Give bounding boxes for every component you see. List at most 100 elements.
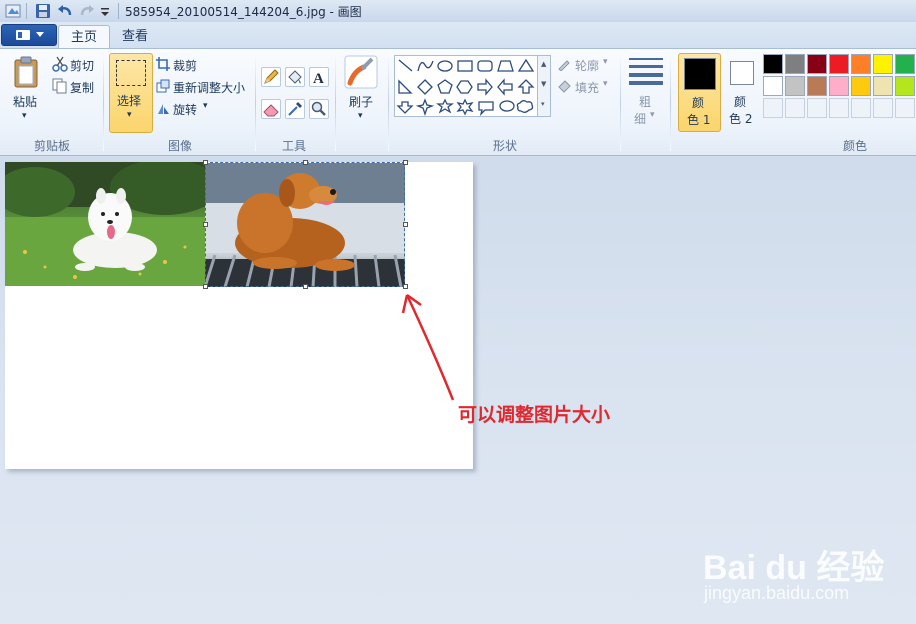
divider [118, 3, 119, 19]
color2-swatch [730, 61, 754, 85]
colors-group-label: 颜色 [842, 139, 867, 153]
window-title: 585954_20100514_144204_6.jpg - 画图 [125, 5, 362, 19]
select-button[interactable]: 选择 ▾ [109, 53, 153, 133]
selection-icon [116, 60, 146, 86]
resize-button[interactable]: 重新调整大小 [173, 79, 245, 96]
palette-swatch[interactable] [763, 76, 783, 96]
scroll-up-icon[interactable]: ▲ [541, 60, 546, 68]
scroll-down-icon[interactable]: ▼ [541, 80, 546, 88]
save-icon[interactable] [34, 2, 52, 20]
palette-swatch[interactable] [763, 54, 783, 74]
palette-swatch[interactable] [895, 76, 915, 96]
paint-menu-button[interactable] [1, 24, 57, 46]
white-dog-image [5, 162, 205, 286]
paint-app-icon[interactable] [4, 2, 22, 20]
palette-swatch[interactable] [873, 54, 893, 74]
redo-icon[interactable] [78, 2, 96, 20]
undo-icon[interactable] [56, 2, 74, 20]
palette-swatch[interactable] [829, 76, 849, 96]
paste-button[interactable] [12, 55, 42, 92]
size-label-2[interactable]: 细 [634, 110, 646, 127]
shapes-scrollbar[interactable]: ▲ ▼ ▾ [537, 55, 551, 117]
palette-swatch[interactable] [873, 76, 893, 96]
image-group-label: 图像 [167, 139, 192, 153]
palette-swatch[interactable] [807, 76, 827, 96]
custom-color-slot[interactable] [829, 98, 849, 118]
copy-button[interactable]: 复制 [70, 79, 94, 96]
custom-color-slot[interactable] [807, 98, 827, 118]
brush-icon[interactable] [344, 55, 378, 92]
chevron-down-icon[interactable]: ▾ [203, 101, 208, 111]
resize-handle-right[interactable] [403, 222, 408, 227]
resize-handle-bottom-left[interactable] [203, 284, 208, 289]
color1-swatch [684, 58, 716, 90]
palette-swatch[interactable] [851, 54, 871, 74]
custom-color-slot[interactable] [763, 98, 783, 118]
chevron-down-icon[interactable]: ▾ [650, 110, 655, 120]
shapes-icons[interactable] [395, 56, 549, 117]
resize-handle-top[interactable] [303, 160, 308, 165]
crop-button[interactable]: 裁剪 [173, 57, 197, 74]
palette-swatch[interactable] [895, 54, 915, 74]
outline-button[interactable]: 轮廓 [575, 57, 599, 74]
chevron-down-icon[interactable]: ▾ [22, 111, 27, 121]
divider [255, 55, 256, 151]
palette-swatch[interactable] [851, 76, 871, 96]
color2-button[interactable]: 颜 色 2 [722, 53, 760, 130]
resize-icon[interactable] [156, 79, 170, 96]
watermark-url: jingyan.baidu.com [704, 583, 850, 603]
cut-button[interactable]: 剪切 [70, 57, 94, 74]
resize-handle-left[interactable] [203, 222, 208, 227]
rotate-button[interactable]: 旋转 [173, 101, 197, 118]
paste-label[interactable]: 粘贴 [13, 93, 37, 110]
color1-button[interactable]: 颜 色 1 [678, 53, 721, 132]
magnifier-icon[interactable] [309, 99, 329, 119]
divider [670, 55, 671, 151]
palette-swatch[interactable] [829, 54, 849, 74]
watermark-brand: Bai du 经验 [703, 549, 885, 587]
scissors-icon[interactable] [52, 56, 68, 75]
color1-label-2: 色 1 [687, 113, 711, 127]
tab-view[interactable]: 查看 [112, 25, 158, 48]
tab-home[interactable]: 主页 [58, 25, 110, 49]
custom-color-slot[interactable] [785, 98, 805, 118]
line-size-icon[interactable] [629, 57, 663, 88]
fill-icon[interactable] [285, 67, 305, 87]
custom-color-slot[interactable] [895, 98, 915, 118]
text-icon[interactable]: A [309, 67, 329, 87]
color2-label-1: 颜 [734, 95, 747, 109]
select-label: 选择 [117, 94, 142, 108]
rotate-icon[interactable] [156, 101, 170, 118]
chevron-down-icon[interactable]: ▾ [358, 111, 363, 121]
palette-swatch[interactable] [785, 54, 805, 74]
fill-shape-icon[interactable] [557, 79, 571, 96]
pencil-icon[interactable] [261, 67, 281, 87]
chevron-down-icon: ▾ [127, 110, 132, 120]
resize-handle-top-left[interactable] [203, 160, 208, 165]
color-picker-icon[interactable] [285, 99, 305, 119]
expand-gallery-icon[interactable]: ▾ [541, 100, 545, 108]
crop-icon[interactable] [156, 57, 170, 74]
outline-icon[interactable] [557, 57, 571, 74]
customize-icon[interactable] [99, 2, 117, 20]
copy-icon[interactable] [52, 78, 68, 97]
size-label-1[interactable]: 粗 [639, 93, 651, 110]
tab-row: 主页 查看 [0, 22, 916, 49]
chevron-down-icon[interactable]: ▾ [603, 57, 608, 67]
resize-handle-bottom[interactable] [303, 284, 308, 289]
resize-handle-top-right[interactable] [403, 160, 408, 165]
shapes-gallery[interactable] [394, 55, 550, 117]
palette-swatch[interactable] [807, 54, 827, 74]
brushes-button[interactable]: 刷子 [349, 93, 373, 110]
fill-button[interactable]: 填充 [575, 79, 599, 96]
title-bar: 585954_20100514_144204_6.jpg - 画图 [0, 0, 916, 23]
eraser-icon[interactable] [261, 99, 281, 119]
color1-label-1: 颜 [692, 96, 705, 110]
annotation-arrow [401, 293, 455, 401]
palette-swatch[interactable] [785, 76, 805, 96]
divider [388, 55, 389, 151]
custom-color-slot[interactable] [851, 98, 871, 118]
chevron-down-icon[interactable]: ▾ [603, 79, 608, 89]
selection-rectangle[interactable] [205, 162, 405, 287]
custom-color-slot[interactable] [873, 98, 893, 118]
